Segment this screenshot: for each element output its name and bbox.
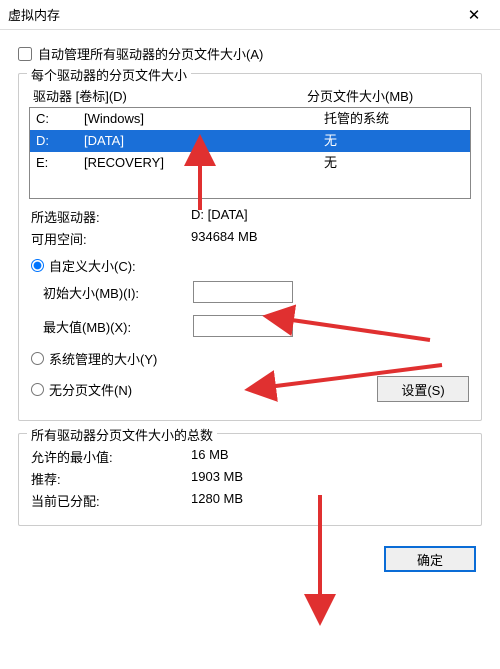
min-allowed-label: 允许的最小值: (31, 447, 191, 466)
table-row[interactable]: C: [Windows] 托管的系统 (30, 108, 470, 130)
custom-size-label: 自定义大小(C): (49, 256, 136, 275)
recommended-value: 1903 MB (191, 469, 469, 488)
custom-size-radio[interactable] (31, 259, 44, 272)
initial-size-label: 初始大小(MB)(I): (43, 283, 193, 302)
totals-group-legend: 所有驱动器分页文件大小的总数 (27, 425, 217, 444)
no-paging-label: 无分页文件(N) (49, 380, 132, 399)
selected-drive-value: D: [DATA] (191, 207, 469, 226)
max-size-label: 最大值(MB)(X): (43, 317, 193, 336)
drive-group-legend: 每个驱动器的分页文件大小 (27, 65, 191, 84)
recommended-label: 推荐: (31, 469, 191, 488)
selected-drive-label: 所选驱动器: (31, 207, 191, 226)
header-size: 分页文件大小(MB) (307, 86, 467, 105)
ok-button[interactable]: 确定 (384, 546, 476, 572)
no-paging-radio[interactable] (31, 383, 44, 396)
dialog-content: 自动管理所有驱动器的分页文件大小(A) 每个驱动器的分页文件大小 驱动器 [卷标… (0, 30, 500, 526)
min-allowed-value: 16 MB (191, 447, 469, 466)
auto-manage-label: 自动管理所有驱动器的分页文件大小(A) (38, 44, 263, 63)
drive-list[interactable]: C: [Windows] 托管的系统 D: [DATA] 无 E: [RECOV… (29, 107, 471, 199)
table-row[interactable]: D: [DATA] 无 (30, 130, 470, 152)
system-managed-label: 系统管理的大小(Y) (49, 349, 157, 368)
dialog-footer: 确定 (0, 538, 500, 584)
title-bar: 虚拟内存 ✕ (0, 0, 500, 30)
system-managed-radio[interactable] (31, 352, 44, 365)
current-alloc-label: 当前已分配: (31, 491, 191, 510)
free-space-value: 934684 MB (191, 229, 469, 248)
table-row[interactable]: E: [RECOVERY] 无 (30, 152, 470, 174)
drive-list-header: 驱动器 [卷标](D) 分页文件大小(MB) (29, 84, 471, 107)
current-alloc-value: 1280 MB (191, 491, 469, 510)
window-title: 虚拟内存 (8, 5, 456, 24)
drive-group: 每个驱动器的分页文件大小 驱动器 [卷标](D) 分页文件大小(MB) C: [… (18, 73, 482, 421)
free-space-label: 可用空间: (31, 229, 191, 248)
max-size-input[interactable] (193, 315, 293, 337)
auto-manage-checkbox[interactable] (18, 47, 32, 61)
initial-size-input[interactable] (193, 281, 293, 303)
set-button[interactable]: 设置(S) (377, 376, 469, 402)
header-drive: 驱动器 [卷标](D) (33, 86, 307, 105)
totals-group: 所有驱动器分页文件大小的总数 允许的最小值: 16 MB 推荐: 1903 MB… (18, 433, 482, 526)
close-icon[interactable]: ✕ (456, 6, 492, 24)
